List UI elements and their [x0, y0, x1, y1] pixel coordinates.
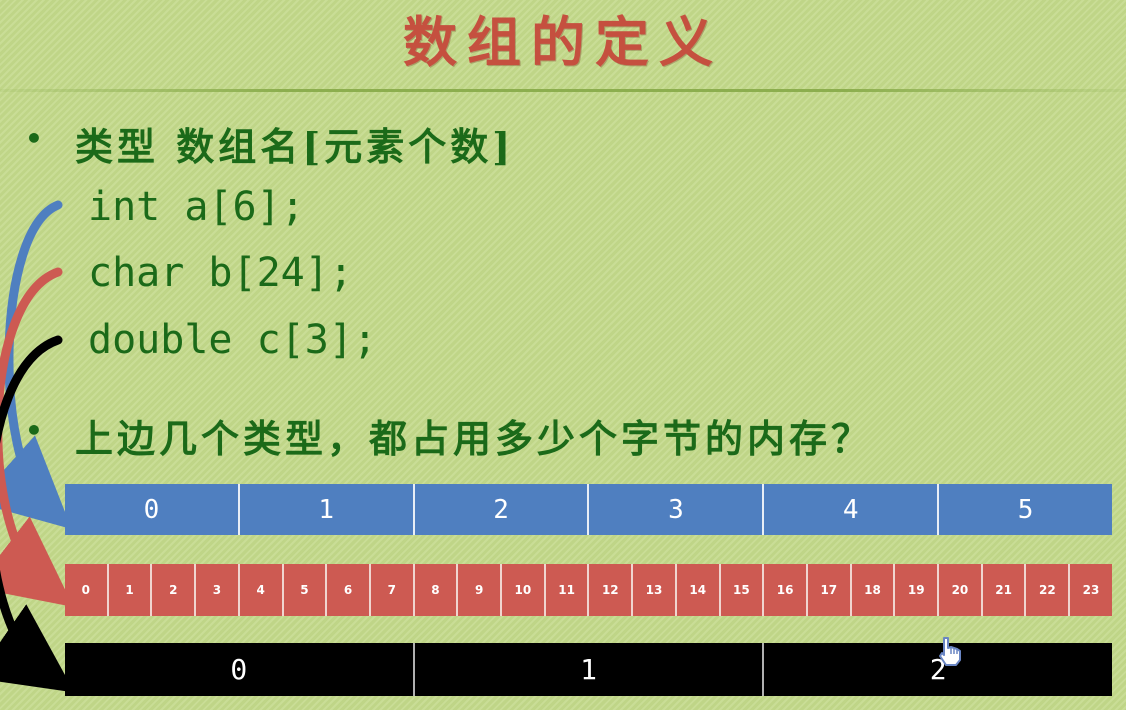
- char-cell: 0: [65, 564, 109, 616]
- int-cell: 2: [415, 484, 590, 535]
- char-cell: 12: [589, 564, 634, 616]
- hand-cursor-icon: [939, 637, 961, 666]
- int-cell: 5: [1017, 494, 1034, 525]
- char-cell: 13: [633, 564, 677, 616]
- char-cell: 5: [283, 564, 328, 616]
- char-cell: 9: [458, 564, 503, 616]
- int-cell: 3: [589, 484, 765, 535]
- char-cell: 17: [807, 564, 852, 616]
- int-cell: 0: [65, 484, 240, 535]
- char-array-row: 0 1 2 3 4 5 6 7 8 9 10 11 12 13 14 15 16…: [65, 564, 1112, 616]
- char-cell: 18: [851, 564, 896, 616]
- char-cell: 8: [414, 564, 459, 616]
- char-cell: 16: [764, 564, 808, 616]
- double-cell: 1: [415, 643, 765, 696]
- char-cell: 1: [108, 564, 153, 616]
- char-cell: 22: [1026, 564, 1071, 616]
- double-cell: 0: [65, 643, 415, 696]
- char-cell: 14: [676, 564, 721, 616]
- char-cell: 11: [545, 564, 590, 616]
- char-cell: 23: [1070, 564, 1112, 616]
- char-cell: 3: [196, 564, 240, 616]
- int-cell: 4: [764, 484, 940, 535]
- char-cell: 21: [982, 564, 1027, 616]
- char-cell: 4: [239, 564, 284, 616]
- int-array-row: 0 1 2 3 4 5: [65, 484, 1112, 535]
- char-cell: 19: [895, 564, 940, 616]
- int-cell: 1: [240, 484, 415, 535]
- char-cell: 6: [327, 564, 371, 616]
- char-cell: 2: [152, 564, 197, 616]
- char-cell: 20: [939, 564, 983, 616]
- char-cell: 15: [720, 564, 765, 616]
- char-cell: 7: [370, 564, 415, 616]
- char-cell: 10: [502, 564, 546, 616]
